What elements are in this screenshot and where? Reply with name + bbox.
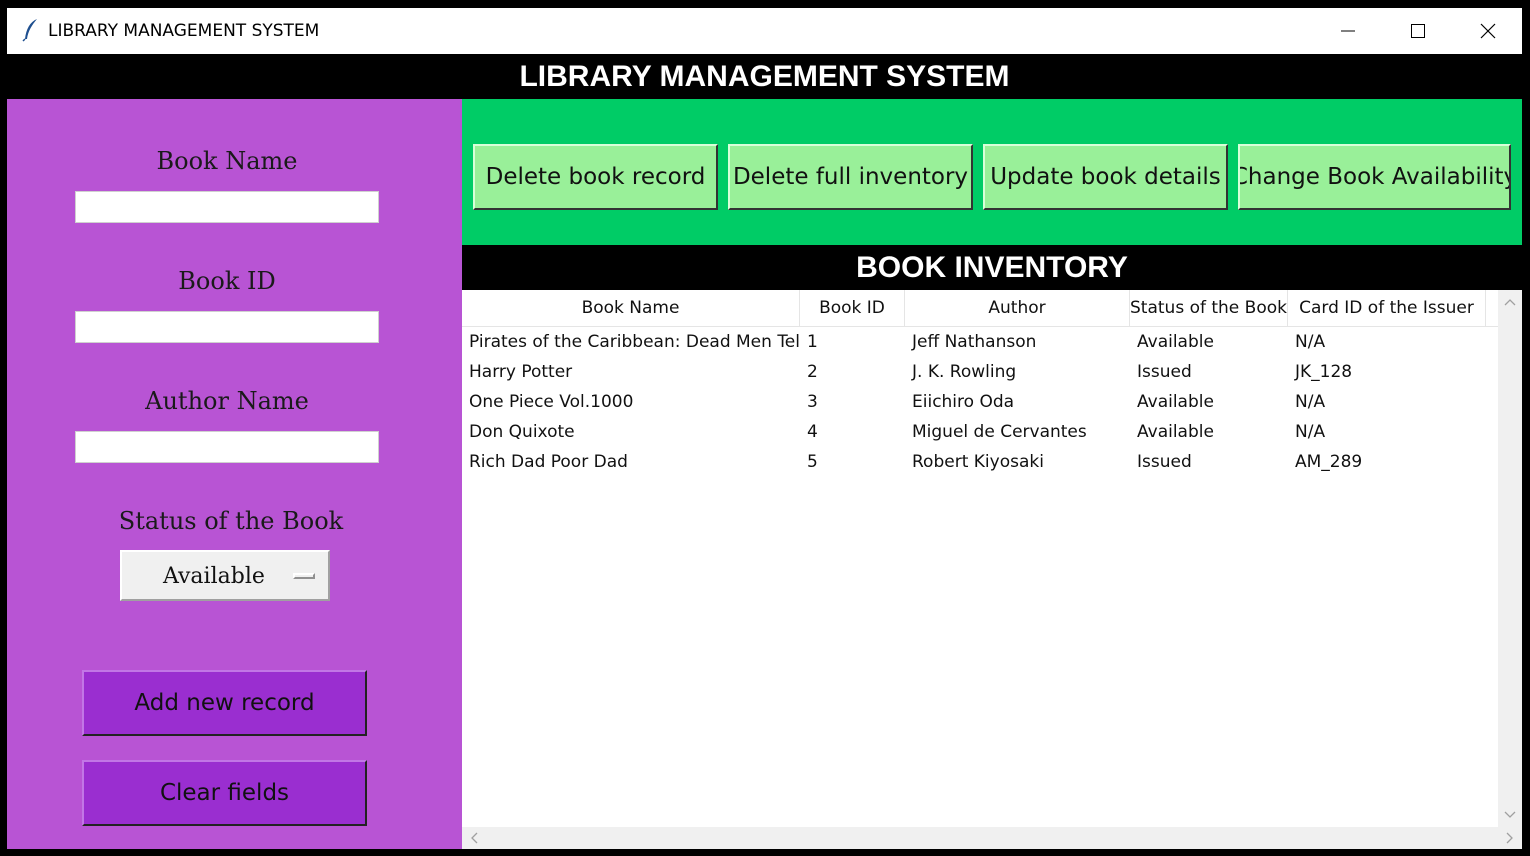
- add-record-button[interactable]: Add new record: [82, 670, 367, 736]
- cell-card-id: JK_128: [1295, 362, 1353, 382]
- inventory-table: Book Name Book ID Author Status of the B…: [462, 290, 1522, 849]
- cell-author: Jeff Nathanson: [912, 332, 1037, 352]
- cell-book-name: Rich Dad Poor Dad: [469, 452, 628, 472]
- horizontal-scrollbar[interactable]: [462, 827, 1522, 849]
- scroll-left-icon[interactable]: [470, 832, 478, 844]
- book-name-input[interactable]: [75, 191, 379, 223]
- close-icon: [1480, 23, 1496, 39]
- table-row[interactable]: One Piece Vol.1000 3 Eiichiro Oda Availa…: [462, 387, 1498, 417]
- minimize-button[interactable]: [1313, 8, 1383, 54]
- cell-author: Eiichiro Oda: [912, 392, 1015, 412]
- cell-author: Miguel de Cervantes: [912, 422, 1087, 442]
- cell-status: Issued: [1137, 362, 1192, 382]
- column-header-book-name[interactable]: Book Name: [462, 290, 800, 326]
- cell-book-name: Don Quixote: [469, 422, 575, 442]
- window-title: LIBRARY MANAGEMENT SYSTEM: [48, 21, 320, 41]
- column-header-card-id[interactable]: Card ID of the Issuer: [1288, 290, 1486, 326]
- book-id-label: Book ID: [178, 267, 276, 295]
- maximize-icon: [1411, 24, 1425, 38]
- app-window: LIBRARY MANAGEMENT SYSTEM LIBRARY MANAGE…: [7, 8, 1522, 849]
- cell-book-id: 5: [807, 452, 818, 472]
- column-header-book-id[interactable]: Book ID: [800, 290, 905, 326]
- cell-card-id: AM_289: [1295, 452, 1363, 472]
- column-header-status[interactable]: Status of the Book: [1130, 290, 1288, 326]
- app-header: LIBRARY MANAGEMENT SYSTEM: [7, 54, 1522, 99]
- delete-record-button[interactable]: Delete book record: [473, 144, 718, 210]
- cell-book-name: Harry Potter: [469, 362, 573, 382]
- change-availability-button[interactable]: Change Book Availability: [1238, 144, 1511, 210]
- table-row[interactable]: Pirates of the Caribbean: Dead Men Tell …: [462, 327, 1498, 357]
- minimize-icon: [1341, 30, 1355, 32]
- cell-book-id: 2: [807, 362, 818, 382]
- author-name-label: Author Name: [145, 387, 309, 415]
- scroll-right-icon[interactable]: [1506, 832, 1514, 844]
- cell-book-name: One Piece Vol.1000: [469, 392, 634, 412]
- cell-author: Robert Kiyosaki: [912, 452, 1044, 472]
- table-row[interactable]: Harry Potter 2 J. K. Rowling Issued JK_1…: [462, 357, 1498, 387]
- cell-card-id: N/A: [1295, 422, 1326, 442]
- close-button[interactable]: [1453, 8, 1522, 54]
- cell-card-id: N/A: [1295, 392, 1326, 412]
- cell-status: Available: [1137, 392, 1214, 412]
- cell-book-id: 3: [807, 392, 818, 412]
- cell-book-id: 4: [807, 422, 818, 442]
- cell-status: Available: [1137, 422, 1214, 442]
- author-name-input[interactable]: [75, 431, 379, 463]
- window-titlebar: LIBRARY MANAGEMENT SYSTEM: [7, 8, 1522, 54]
- status-dropdown[interactable]: Available: [120, 550, 330, 601]
- cell-author: J. K. Rowling: [912, 362, 1017, 382]
- table-row[interactable]: Rich Dad Poor Dad 5 Robert Kiyosaki Issu…: [462, 447, 1498, 477]
- cell-book-id: 1: [807, 332, 818, 352]
- book-name-label: Book Name: [156, 147, 298, 175]
- cell-book-name: Pirates of the Caribbean: Dead Men Tell …: [469, 332, 800, 352]
- book-id-input[interactable]: [75, 311, 379, 343]
- maximize-button[interactable]: [1383, 8, 1453, 54]
- status-selected-value: Available: [163, 564, 265, 589]
- vertical-scrollbar[interactable]: [1498, 290, 1522, 827]
- clear-fields-button[interactable]: Clear fields: [82, 760, 367, 826]
- update-details-button[interactable]: Update book details: [983, 144, 1228, 210]
- cell-status: Available: [1137, 332, 1214, 352]
- table-header: Book Name Book ID Author Status of the B…: [462, 290, 1498, 327]
- table-row[interactable]: Don Quixote 4 Miguel de Cervantes Availa…: [462, 417, 1498, 447]
- cell-card-id: N/A: [1295, 332, 1326, 352]
- inventory-title: BOOK INVENTORY: [462, 245, 1522, 290]
- status-label: Status of the Book: [118, 507, 344, 535]
- delete-inventory-button[interactable]: Delete full inventory: [728, 144, 973, 210]
- option-menu-indicator-icon: [293, 573, 315, 579]
- cell-status: Issued: [1137, 452, 1192, 472]
- column-header-author[interactable]: Author: [905, 290, 1130, 326]
- actions-panel: Delete book record Delete full inventory…: [462, 99, 1522, 245]
- scroll-down-icon[interactable]: [1504, 811, 1516, 819]
- feather-icon: [21, 18, 41, 42]
- scroll-up-icon[interactable]: [1504, 298, 1516, 306]
- entry-form-panel: Book Name Book ID Author Name Status of …: [7, 99, 462, 849]
